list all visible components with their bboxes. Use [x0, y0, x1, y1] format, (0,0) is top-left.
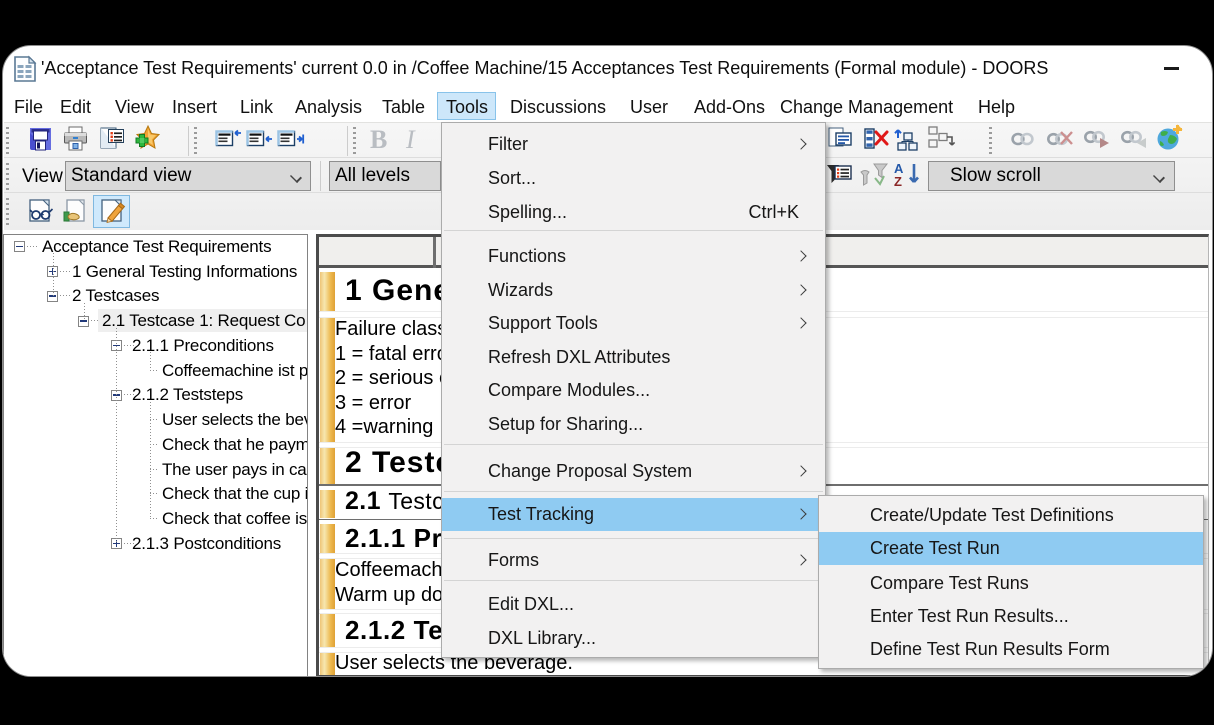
svg-text:Z: Z — [894, 174, 902, 189]
